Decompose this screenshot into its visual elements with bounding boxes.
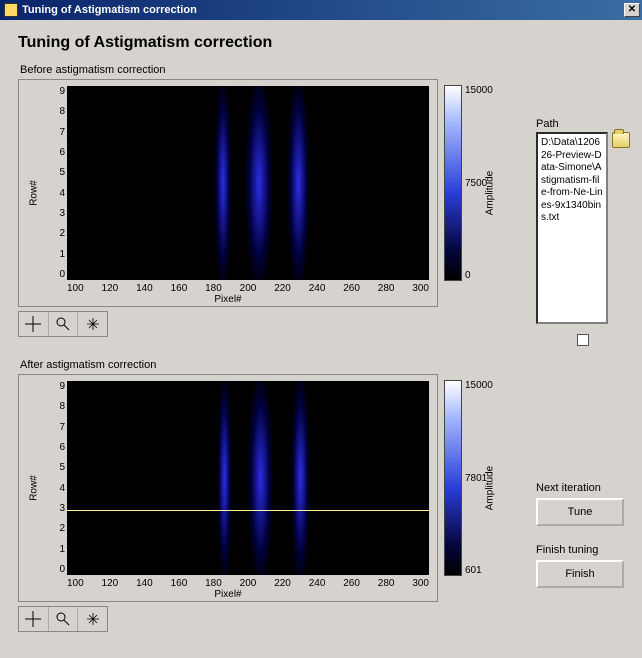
before-heatmap — [67, 86, 429, 280]
ytick: 5 — [45, 167, 65, 178]
ytick: 9 — [45, 86, 65, 97]
ytick: 0 — [45, 564, 65, 575]
after-graph: Row# 9 8 7 6 5 4 3 2 1 0 — [18, 374, 528, 602]
after-colorbar: 15000 7801 601 Amplitude — [444, 374, 504, 602]
xtick: 140 — [136, 578, 153, 589]
xtick: 280 — [378, 283, 395, 294]
xtick: 180 — [205, 283, 222, 294]
before-colorbar-gradient — [444, 85, 462, 281]
ytick: 4 — [45, 188, 65, 199]
xtick: 260 — [343, 578, 360, 589]
before-graph-tools — [18, 311, 108, 337]
xtick: 240 — [309, 578, 326, 589]
xtick: 180 — [205, 578, 222, 589]
before-label: Before astigmatism correction — [20, 64, 528, 76]
xtick: 200 — [240, 578, 257, 589]
pan-tool-icon[interactable] — [78, 312, 107, 336]
finish-button[interactable]: Finish — [536, 560, 624, 588]
cb-tick: 0 — [465, 270, 497, 281]
title-bar: Tuning of Astigmatism correction ✕ — [0, 0, 642, 20]
close-button[interactable]: ✕ — [624, 3, 640, 17]
before-xlabel: Pixel# — [214, 294, 241, 305]
xtick: 300 — [412, 578, 429, 589]
ytick: 6 — [45, 147, 65, 158]
ytick: 4 — [45, 483, 65, 494]
ytick: 0 — [45, 269, 65, 280]
page-title: Tuning of Astigmatism correction — [18, 34, 630, 52]
xtick: 120 — [102, 283, 119, 294]
before-graph: Row# 9 8 7 6 5 4 3 2 1 0 — [18, 79, 528, 307]
ytick: 2 — [45, 523, 65, 534]
cursor-line[interactable] — [67, 510, 429, 511]
xtick: 220 — [274, 578, 291, 589]
after-plot[interactable]: Row# 9 8 7 6 5 4 3 2 1 0 — [18, 374, 438, 602]
xtick: 280 — [378, 578, 395, 589]
crosshair-tool-icon[interactable] — [19, 607, 49, 631]
zoom-tool-icon[interactable] — [49, 312, 79, 336]
after-cb-label: Amplitude — [484, 466, 495, 510]
xtick: 240 — [309, 283, 326, 294]
ytick: 3 — [45, 503, 65, 514]
xtick: 120 — [102, 578, 119, 589]
before-yticks: 9 8 7 6 5 4 3 2 1 0 — [45, 86, 65, 280]
tune-button[interactable]: Tune — [536, 498, 624, 526]
xtick: 300 — [412, 283, 429, 294]
xtick: 160 — [171, 578, 188, 589]
after-ylabel: Row# — [28, 475, 39, 501]
xtick: 100 — [67, 578, 84, 589]
xtick: 160 — [171, 283, 188, 294]
ytick: 8 — [45, 401, 65, 412]
xtick: 200 — [240, 283, 257, 294]
after-xlabel: Pixel# — [214, 589, 241, 600]
browse-folder-icon[interactable] — [612, 132, 630, 148]
after-colorbar-gradient — [444, 380, 462, 576]
before-xticks: 100 120 140 160 180 200 220 240 260 280 … — [67, 283, 429, 294]
ytick: 6 — [45, 442, 65, 453]
options-icon[interactable] — [577, 334, 589, 346]
cb-tick: 15000 — [465, 380, 497, 391]
ytick: 8 — [45, 106, 65, 117]
ytick: 9 — [45, 381, 65, 392]
after-graph-tools — [18, 606, 108, 632]
before-colorbar: 15000 7500 0 Amplitude — [444, 79, 504, 307]
ytick: 7 — [45, 422, 65, 433]
ytick: 3 — [45, 208, 65, 219]
cb-tick: 15000 — [465, 85, 497, 96]
pan-tool-icon[interactable] — [78, 607, 107, 631]
before-cb-label: Amplitude — [484, 171, 495, 215]
ytick: 1 — [45, 249, 65, 260]
xtick: 260 — [343, 283, 360, 294]
ytick: 2 — [45, 228, 65, 239]
after-label: After astigmatism correction — [20, 359, 528, 371]
crosshair-tool-icon[interactable] — [19, 312, 49, 336]
after-xticks: 100 120 140 160 180 200 220 240 260 280 … — [67, 578, 429, 589]
after-yticks: 9 8 7 6 5 4 3 2 1 0 — [45, 381, 65, 575]
before-ylabel: Row# — [28, 180, 39, 206]
xtick: 220 — [274, 283, 291, 294]
window-title: Tuning of Astigmatism correction — [22, 4, 624, 16]
finish-tuning-label: Finish tuning — [536, 544, 630, 556]
xtick: 140 — [136, 283, 153, 294]
after-heatmap — [67, 381, 429, 575]
ytick: 5 — [45, 462, 65, 473]
path-input[interactable]: D:\Data\120626-Preview-Data-Simone\Astig… — [536, 132, 608, 324]
before-plot[interactable]: Row# 9 8 7 6 5 4 3 2 1 0 — [18, 79, 438, 307]
cb-tick: 601 — [465, 565, 497, 576]
next-iteration-label: Next iteration — [536, 482, 630, 494]
ytick: 7 — [45, 127, 65, 138]
ytick: 1 — [45, 544, 65, 555]
client-area: Tuning of Astigmatism correction Before … — [0, 20, 642, 642]
xtick: 100 — [67, 283, 84, 294]
zoom-tool-icon[interactable] — [49, 607, 79, 631]
app-icon — [4, 3, 18, 17]
